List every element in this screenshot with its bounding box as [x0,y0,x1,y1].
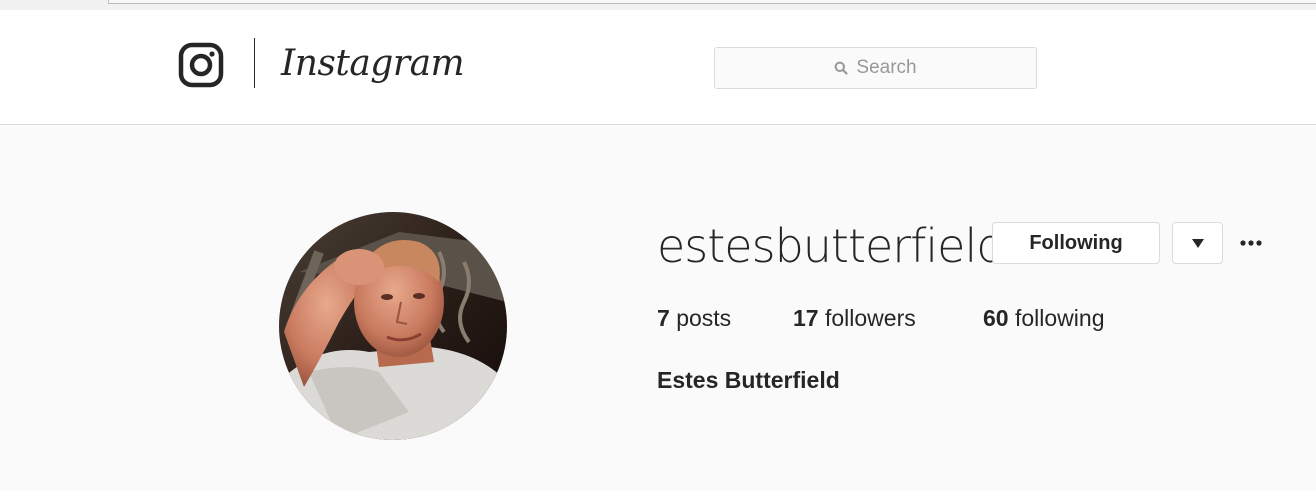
profile-full-name: Estes Butterfield [657,367,840,393]
following-button[interactable]: Following [992,222,1160,264]
search-placeholder: Search [856,57,917,78]
followers-count: 17 [793,305,819,331]
ellipsis-icon [1240,240,1262,246]
followers-link[interactable]: 17 followers [793,300,916,336]
browser-strip-edge [108,0,1316,4]
followers-label: followers [824,305,916,331]
logo-divider [254,38,255,88]
search-input[interactable]: Search [714,47,1037,89]
following-label: following [1014,305,1105,331]
instagram-wordmark[interactable]: Instagram [281,36,465,92]
following-link[interactable]: 60 following [983,300,1104,336]
posts-stat: 7 posts [657,300,731,336]
posts-count: 7 [657,305,670,331]
browser-top-strip [0,0,1316,10]
posts-label: posts [676,305,732,331]
following-count: 60 [983,305,1009,331]
profile-username: estesbutterfield [657,219,1005,273]
suggestions-dropdown-button[interactable] [1172,222,1223,264]
avatar[interactable] [279,212,507,440]
top-header: Instagram Search [0,10,1316,125]
triangle-down-icon [1191,238,1204,248]
search-icon [834,61,848,75]
camera-icon[interactable] [178,42,224,88]
more-options-button[interactable] [1236,230,1266,256]
profile-photo [279,212,507,440]
